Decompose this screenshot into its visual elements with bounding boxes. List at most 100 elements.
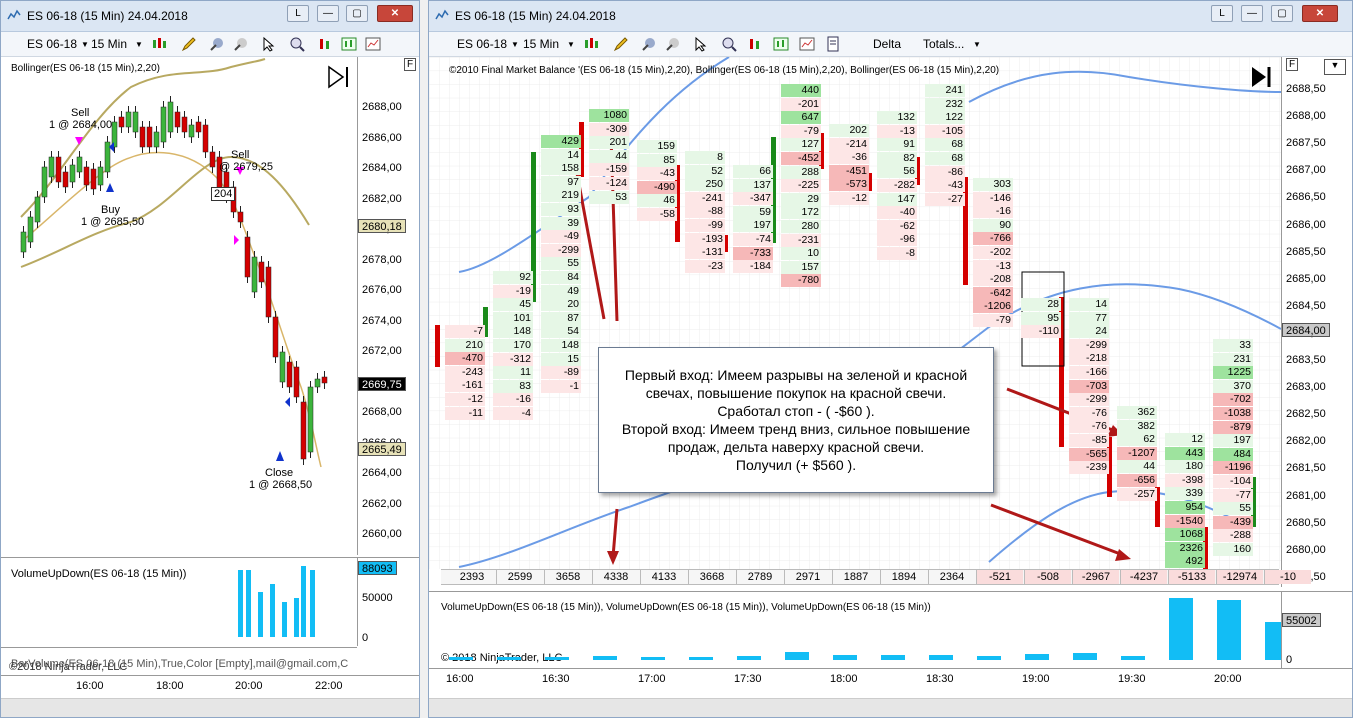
time-label: 18:00	[830, 673, 858, 685]
close-button[interactable]: ✕	[377, 5, 413, 22]
right-price-axis[interactable]: F ▼ 2688,50 2688,00 2687,50 2687,00 2686,50 2…	[1281, 57, 1352, 587]
delta-total-cell: 2599	[507, 571, 533, 583]
minimize-button[interactable]: —	[317, 5, 339, 22]
pencil-icon[interactable]	[613, 36, 629, 52]
price-candle	[258, 261, 265, 283]
price-candle	[146, 126, 153, 148]
interval-dropdown-icon[interactable]: ▼	[567, 40, 575, 49]
price-label: 2680,50	[1286, 516, 1326, 529]
footprint-cell: 158	[541, 162, 581, 176]
left-title-bar[interactable]: ES 06-18 (15 Min) 24.04.2018 L — ▢ ✕	[1, 1, 419, 32]
price-label: 2686,00	[362, 131, 402, 144]
footprint-cell: 44	[1117, 460, 1157, 474]
data-series-icon[interactable]	[317, 36, 333, 52]
indicators-list-icon[interactable]	[341, 36, 357, 52]
maximize-button[interactable]: ▢	[1271, 5, 1293, 22]
price-candle	[307, 386, 314, 453]
price-label: 2668,00	[362, 406, 402, 418]
footprint-cell: 33	[1213, 339, 1253, 352]
right-toolbar: ES 06-18 ▼ 15 Min ▼ Delta Totals... ▼	[429, 32, 1352, 57]
left-panel-f-label[interactable]: F	[404, 58, 417, 71]
delta-selector[interactable]: Delta	[873, 37, 901, 51]
strategy-icon[interactable]	[233, 36, 249, 52]
strategy-icon[interactable]	[665, 36, 681, 52]
price-candle	[279, 351, 286, 383]
template-icon[interactable]	[825, 36, 841, 52]
minimize-button[interactable]: —	[1241, 5, 1263, 22]
footprint-cell: 250	[685, 178, 725, 192]
left-volume-axis: 88093 50000 0	[357, 557, 419, 646]
right-title-bar[interactable]: ES 06-18 (15 Min) 24.04.2018 L — ▢ ✕	[429, 1, 1352, 32]
link-button[interactable]: L	[1211, 5, 1233, 22]
footprint-cell: -656	[1117, 474, 1157, 487]
footprint-panel[interactable]: -7 210 -470 -243 -161 -12 -11 92 -19 45 101 148 170-…	[429, 57, 1281, 587]
maximize-button[interactable]: ▢	[346, 5, 368, 22]
footprint-cell: 77	[1069, 311, 1109, 325]
cursor-icon[interactable]	[693, 36, 709, 52]
footprint-cell: -43	[925, 179, 965, 193]
data-series-icon[interactable]	[747, 36, 763, 52]
instrument-dropdown-icon[interactable]: ▼	[511, 40, 519, 49]
price-candle	[272, 316, 279, 358]
small-marker-3	[285, 397, 290, 407]
footprint-cell: -225	[781, 179, 821, 193]
price-label: 2686,00	[1286, 218, 1326, 231]
left-price-axis[interactable]: F 2688,002686,002684,002682,002680,00267…	[357, 57, 419, 555]
delta-total-cell: -521	[977, 570, 1023, 584]
note-line: свечах, повышение покупок на красной све…	[645, 385, 947, 401]
indicator-icon[interactable]	[641, 36, 657, 52]
right-volume-panel[interactable]: VolumeUpDown(ES 06-18 (15 Min)), VolumeU…	[429, 591, 1289, 668]
right-scrollbar[interactable]	[429, 698, 1352, 717]
footprint-cell: 362	[1117, 406, 1157, 419]
price-label: 2687,00	[1286, 164, 1326, 177]
footprint-cell: 160	[1213, 543, 1253, 556]
left-volume-panel[interactable]: VolumeUpDown(ES 06-18 (15 Min))	[1, 557, 357, 646]
indicators-list-icon[interactable]	[773, 36, 789, 52]
bar-type-icon[interactable]	[151, 36, 167, 52]
footprint-cell: 157	[781, 260, 821, 274]
footprint-cell: 1080	[589, 109, 629, 122]
totals-selector[interactable]: Totals...	[923, 37, 964, 51]
left-price-panel[interactable]: Bollinger(ES 06-18 (15 Min),2,20) Sell 1…	[1, 57, 357, 555]
axis-dropdown-icon[interactable]: ▼	[1324, 59, 1346, 75]
properties-icon[interactable]	[365, 36, 381, 52]
totals-dropdown-icon[interactable]: ▼	[973, 40, 981, 49]
indicator-icon[interactable]	[209, 36, 225, 52]
time-label: 19:00	[1022, 673, 1050, 685]
cursor-icon[interactable]	[261, 36, 277, 52]
interval-dropdown-icon[interactable]: ▼	[135, 40, 143, 49]
footprint-cell: -1540	[1165, 514, 1205, 528]
footprint-indicator-label: ©2010 Final Market Balance '(ES 06-18 (1…	[449, 65, 1000, 76]
footprint-cell: 59	[733, 205, 773, 219]
interval-selector[interactable]: 15 Min	[523, 37, 559, 51]
footprint-cell: -218	[1069, 352, 1109, 366]
left-bottom-panel: BarVolume(ES 06-18 (15 Min),True,Color […	[1, 647, 357, 674]
bar-type-icon[interactable]	[583, 36, 599, 52]
footprint-cell: 170	[493, 339, 533, 352]
price-candle	[132, 111, 139, 133]
note-line: Получил (+ $560 ).	[735, 457, 857, 473]
right-panel-f-label[interactable]: F	[1286, 58, 1299, 71]
interval-selector[interactable]: 15 Min	[91, 37, 127, 51]
properties-icon[interactable]	[799, 36, 815, 52]
zoom-icon[interactable]	[721, 36, 737, 52]
price-candle	[265, 266, 272, 318]
price-candle	[20, 231, 27, 253]
close-button[interactable]: ✕	[1302, 5, 1338, 22]
price-candle	[55, 156, 62, 183]
price-candle	[27, 216, 34, 243]
left-scrollbar[interactable]	[1, 698, 419, 717]
trade-label-sell-2-price: @ 2679,25	[219, 161, 273, 173]
pencil-icon[interactable]	[181, 36, 197, 52]
instrument-dropdown-icon[interactable]: ▼	[81, 40, 89, 49]
instrument-selector[interactable]: ES 06-18	[457, 37, 507, 51]
link-button[interactable]: L	[287, 5, 309, 22]
instrument-selector[interactable]: ES 06-18	[27, 37, 77, 51]
footprint-cell: 55	[1213, 502, 1253, 516]
zoom-icon[interactable]	[289, 36, 305, 52]
price-candle	[300, 401, 307, 460]
price-candle	[97, 166, 104, 186]
footprint-cell: 180	[1165, 460, 1205, 474]
footprint-cell: 85	[637, 153, 677, 167]
note-line: продаж, дельта наверху красной свечи.	[667, 439, 925, 455]
